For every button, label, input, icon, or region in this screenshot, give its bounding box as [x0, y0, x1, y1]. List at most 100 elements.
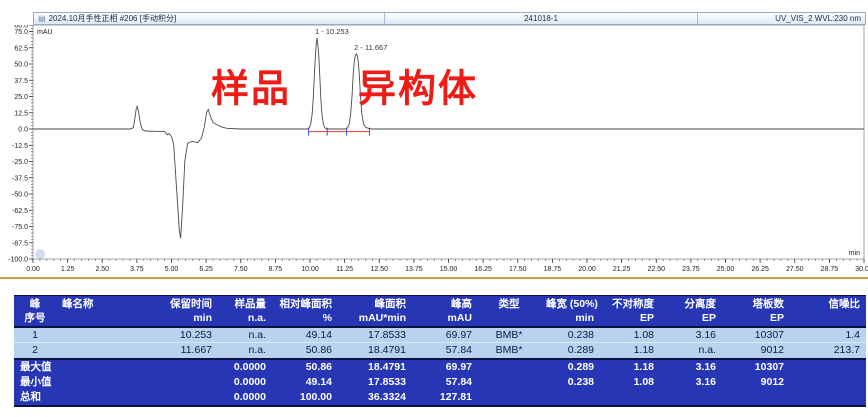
table-row[interactable]: 110.253n.a.49.1417.853369.97BMB*0.2381.0… [14, 328, 866, 343]
column-header: 信噪比 [790, 296, 866, 326]
summary-cell: 10307 [722, 360, 790, 375]
svg-text:-62.5: -62.5 [12, 208, 28, 215]
column-header: 峰宽 (50%)min [540, 296, 600, 326]
summary-cell: 3.16 [660, 360, 722, 375]
summary-cell: 0.0000 [218, 360, 272, 375]
chromatogram-plot[interactable]: 80.075.062.550.037.525.012.50.0-12.5-25.… [0, 25, 868, 277]
svg-text:6.25: 6.25 [199, 266, 213, 273]
svg-text:30.00: 30.00 [855, 266, 868, 273]
svg-text:13.75: 13.75 [405, 266, 423, 273]
summary-cell: 3.16 [660, 375, 722, 390]
svg-text:28.75: 28.75 [821, 266, 839, 273]
y-unit-label: mAU [37, 29, 53, 36]
svg-text:10.00: 10.00 [301, 266, 319, 273]
column-header: 峰面积mAU*min [338, 296, 412, 326]
table-cell: 49.14 [272, 328, 338, 343]
chart-title-segment: ▤ 2024.10月手性正相 #206 [手动积分] [34, 13, 384, 24]
chromatogram-panel: ▤ 2024.10月手性正相 #206 [手动积分] 241018-1 UV_V… [0, 0, 868, 279]
channel-label: UV_VIS_2 WVL:230 nm [698, 13, 865, 24]
svg-text:-50.0: -50.0 [12, 192, 28, 199]
table-cell: BMB* [478, 328, 540, 343]
column-header: 类型 [478, 296, 540, 326]
summary-cell: 50.86 [272, 360, 338, 375]
summary-row: 总和0.0000100.0036.3324127.81 [14, 390, 866, 405]
summary-cell [150, 390, 218, 405]
svg-text:75.0: 75.0 [14, 29, 28, 36]
svg-text:20.00: 20.00 [578, 266, 596, 273]
x-unit-label: min [849, 250, 860, 257]
table-cell: 69.97 [412, 328, 478, 343]
summary-cell [56, 390, 150, 405]
summary-cell: 9012 [722, 375, 790, 390]
svg-text:50.0: 50.0 [14, 62, 28, 69]
table-cell: 3.16 [660, 328, 722, 343]
table-cell: 10307 [722, 328, 790, 343]
column-header: 峰序号 [14, 296, 56, 326]
summary-label: 最大值 [14, 360, 56, 375]
table-separator [14, 405, 866, 407]
panel-bottom-border [0, 277, 868, 279]
svg-text:18.75: 18.75 [544, 266, 562, 273]
column-header: 不对称度EP [600, 296, 660, 326]
chromatogram-title: 2024.10月手性正相 #206 [手动积分] [49, 13, 177, 24]
svg-text:62.5: 62.5 [14, 45, 28, 52]
summary-cell: 57.84 [412, 375, 478, 390]
table-cell: n.a. [660, 343, 722, 358]
summary-cell: 69.97 [412, 360, 478, 375]
annotation-text: 样品 [211, 69, 291, 111]
summary-cell: 36.3324 [338, 390, 412, 405]
summary-cell: 1.08 [600, 375, 660, 390]
table-cell: 213.7 [790, 343, 866, 358]
table-cell: 1.08 [600, 328, 660, 343]
summary-cell: 127.81 [412, 390, 478, 405]
table-row[interactable]: 211.667n.a.50.8618.479157.84BMB*0.2891.1… [14, 343, 866, 358]
table-header-row: 峰序号峰名称保留时间min样品量n.a.相对峰面积%峰面积mAU*min峰高mA… [14, 296, 866, 326]
svg-text:3.75: 3.75 [130, 266, 144, 273]
table-cell: 50.86 [272, 343, 338, 358]
svg-text:11.25: 11.25 [336, 266, 353, 273]
table-cell: 9012 [722, 343, 790, 358]
summary-cell [56, 360, 150, 375]
summary-cell [790, 390, 866, 405]
table-cell: 10.253 [150, 328, 218, 343]
summary-cell [660, 390, 722, 405]
svg-text:27.50: 27.50 [786, 266, 804, 273]
table-cell: 1.4 [790, 328, 866, 343]
table-cell [56, 328, 150, 343]
svg-text:23.75: 23.75 [682, 266, 700, 273]
table-cell: 11.667 [150, 343, 218, 358]
column-header: 样品量n.a. [218, 296, 272, 326]
summary-cell [540, 390, 600, 405]
table-cell: 1.18 [600, 343, 660, 358]
svg-text:16.25: 16.25 [474, 266, 492, 273]
svg-text:26.25: 26.25 [751, 266, 769, 273]
svg-text:-25.0: -25.0 [12, 159, 28, 166]
summary-cell: 17.8533 [338, 375, 412, 390]
chart-header-bar: ▤ 2024.10月手性正相 #206 [手动积分] 241018-1 UV_V… [33, 12, 866, 25]
column-header: 分离度EP [660, 296, 722, 326]
table-cell: n.a. [218, 343, 272, 358]
summary-cell: 18.4791 [338, 360, 412, 375]
summary-cell: 0.0000 [218, 390, 272, 405]
table-cell: n.a. [218, 328, 272, 343]
summary-cell: 0.289 [540, 360, 600, 375]
svg-text:0.0: 0.0 [18, 127, 28, 134]
summary-cell: 49.14 [272, 375, 338, 390]
watermark-icon [35, 249, 45, 259]
summary-cell [600, 390, 660, 405]
column-header: 相对峰面积% [272, 296, 338, 326]
svg-text:5.00: 5.00 [165, 266, 179, 273]
svg-text:22.50: 22.50 [647, 266, 665, 273]
plot-frame [33, 25, 864, 259]
table-cell: BMB* [478, 343, 540, 358]
peak-label: 2 - 11.667 [354, 43, 387, 52]
svg-text:1.25: 1.25 [61, 266, 75, 273]
integration-results-table: 峰序号峰名称保留时间min样品量n.a.相对峰面积%峰面积mAU*min峰高mA… [14, 295, 866, 407]
svg-text:15.00: 15.00 [440, 266, 458, 273]
summary-label: 最小值 [14, 375, 56, 390]
y-axis: 80.075.062.550.037.525.012.50.0-12.5-25.… [8, 25, 33, 264]
summary-row: 最大值0.000050.8618.479169.970.2891.183.161… [14, 360, 866, 375]
peak-label: 1 - 10.253 [315, 27, 349, 36]
svg-text:25.00: 25.00 [717, 266, 735, 273]
summary-cell [56, 375, 150, 390]
